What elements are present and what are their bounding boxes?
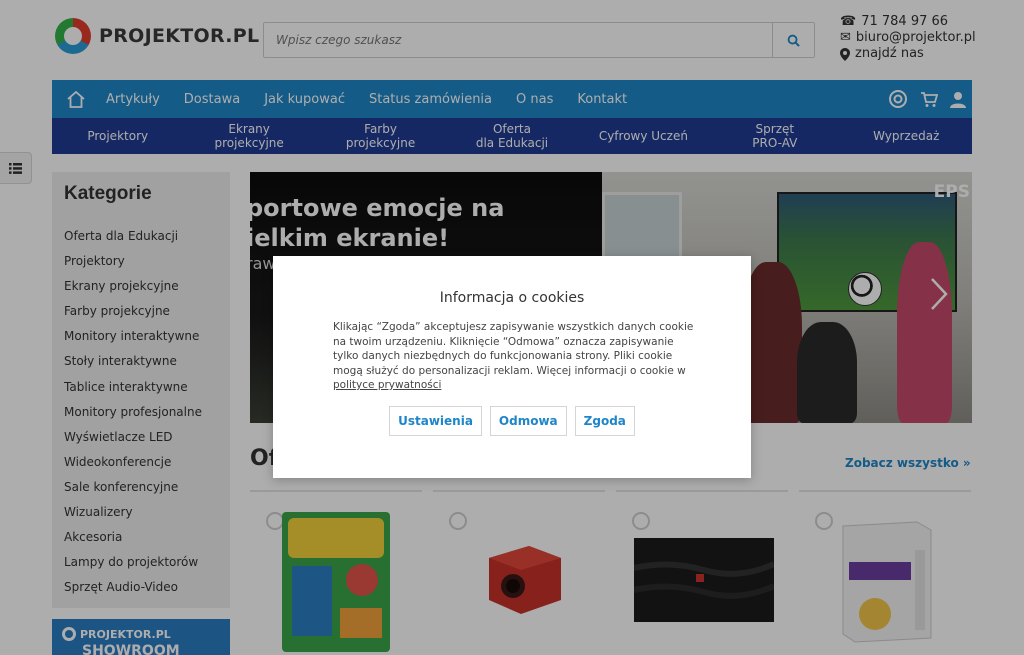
privacy-policy-link[interactable]: polityce prywatności [333,379,441,391]
cookie-settings-button[interactable]: Ustawienia [389,406,482,436]
cookie-message: Klikając “Zgoda” akceptujesz zapisywanie… [333,320,695,393]
cookie-message-text: Klikając “Zgoda” akceptujesz zapisywanie… [333,321,694,377]
cookie-reject-button[interactable]: Odmowa [489,406,567,436]
cookie-dialog: Informacja o cookies Klikając “Zgoda” ak… [273,256,751,478]
cookie-accept-button[interactable]: Zgoda [574,406,635,436]
cookie-buttons: Ustawienia Odmowa Zgoda [273,406,751,436]
cookie-title: Informacja o cookies [439,290,585,306]
